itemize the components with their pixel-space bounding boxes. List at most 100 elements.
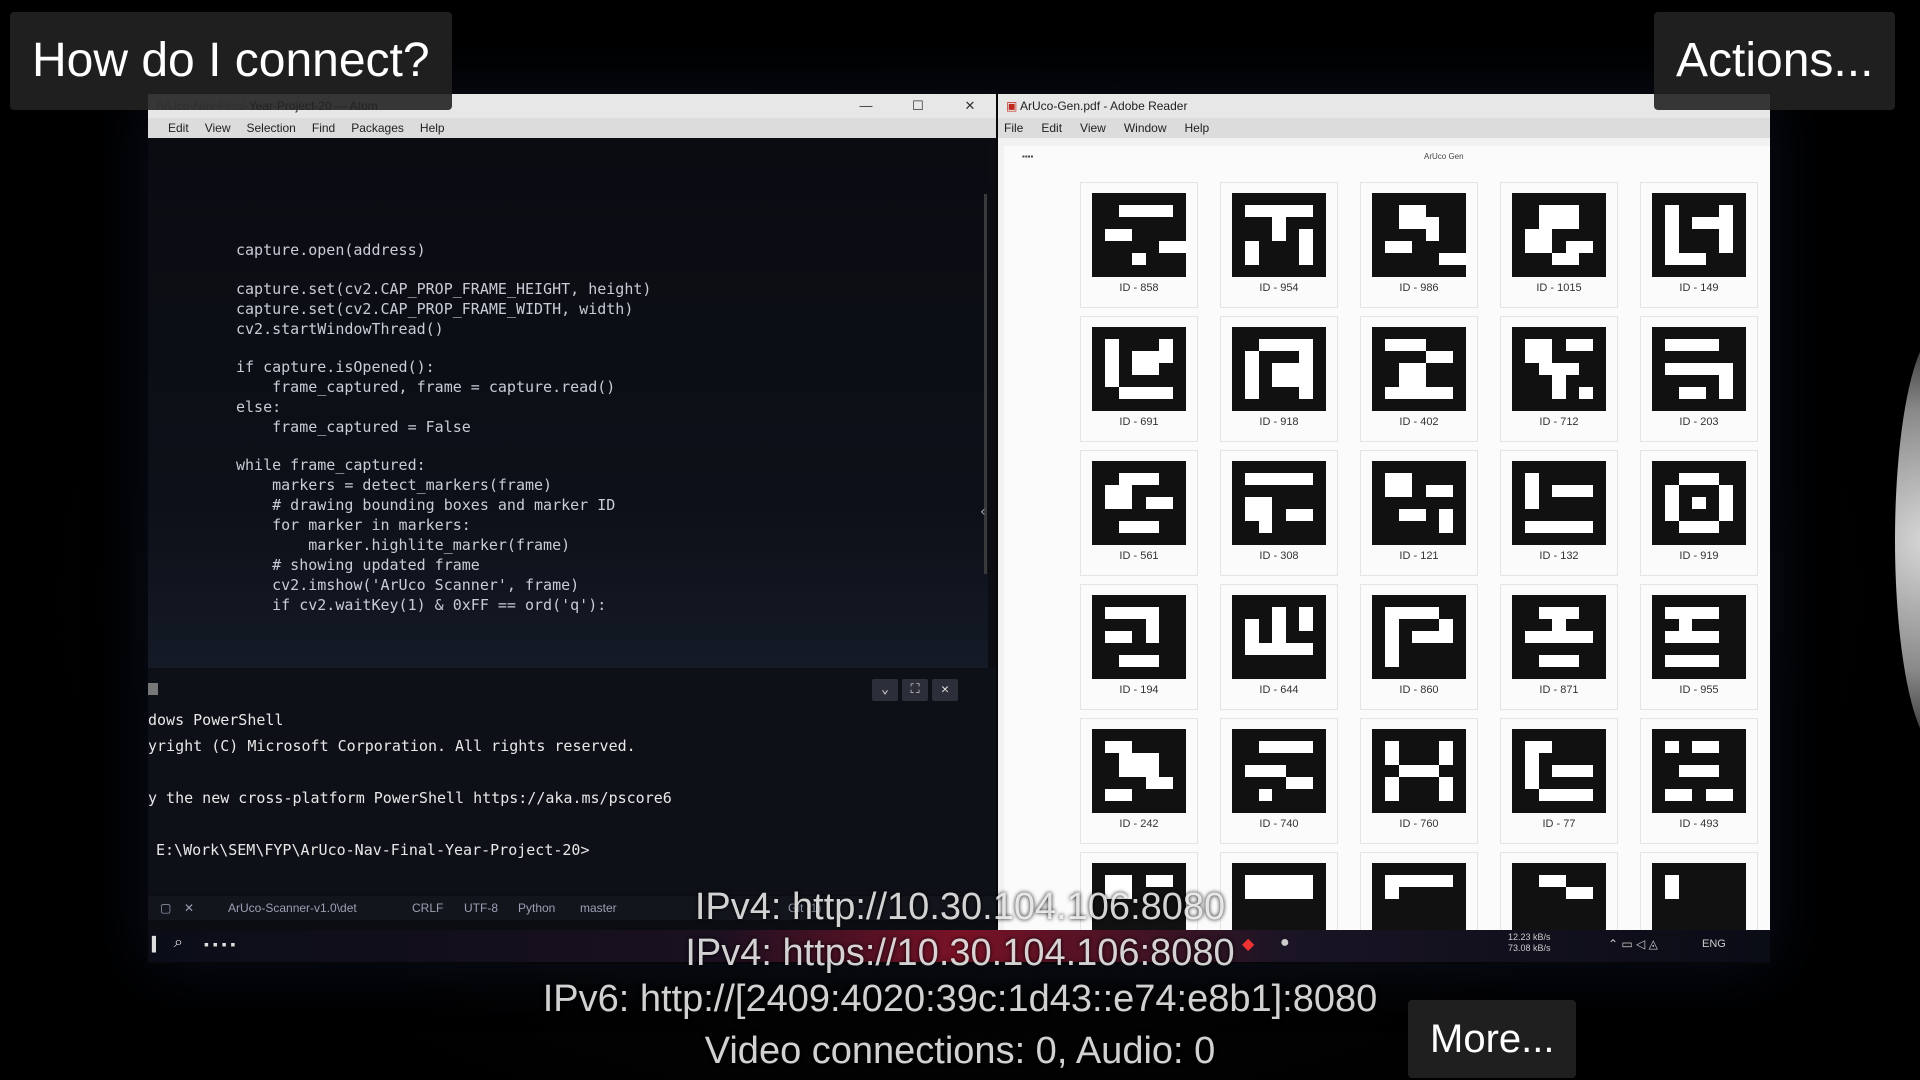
aruco-marker-image <box>1232 729 1326 813</box>
adobe-menu-item[interactable]: Edit <box>1041 118 1062 138</box>
marker-id-label: ID - 955 <box>1679 684 1719 696</box>
marker-id-label: ID - 760 <box>1399 818 1439 830</box>
adobe-menu-item[interactable]: View <box>1080 118 1106 138</box>
aruco-marker-image <box>1092 193 1186 277</box>
aruco-marker-cell: ID - 760 <box>1360 718 1478 844</box>
more-button[interactable]: More... <box>1408 1000 1577 1078</box>
atom-menu-item[interactable]: Selection <box>246 118 295 138</box>
aruco-marker-image <box>1512 461 1606 545</box>
adobe-menu-item[interactable]: Window <box>1124 118 1167 138</box>
marker-id-label: ID - 858 <box>1119 282 1159 294</box>
aruco-marker-cell: ID - 919 <box>1640 450 1758 576</box>
marker-id-label: ID - 954 <box>1259 282 1299 294</box>
adobe-reader-window: ▣ ArUco-Gen.pdf - Adobe Reader File Edit V… <box>998 94 1770 930</box>
chevron-down-icon[interactable]: ⌄ <box>872 679 898 701</box>
maximize-icon[interactable]: ☐ <box>892 94 944 118</box>
marker-id-label: ID - 242 <box>1119 818 1159 830</box>
pdf-page[interactable]: ▪▪▪▪ ArUco Gen ID - 858 ID - 954 ID - 986 I… <box>1004 146 1770 930</box>
aruco-marker-cell: ID - 986 <box>1360 182 1478 308</box>
terminal-prompt: E:\Work\SEM\FYP\ArUco-Nav-Final-Year-Pro… <box>156 841 590 859</box>
atom-menubar: Edit View Selection Find Packages Help <box>148 118 996 138</box>
code-line: marker.highlite_marker(frame) <box>236 536 571 554</box>
aruco-marker-image <box>1372 729 1466 813</box>
aruco-marker-cell: ID - 860 <box>1360 584 1478 710</box>
atom-editor-window: ArUco-Nav-Final-Year-Project-20 — Atom —… <box>148 94 996 962</box>
ipv4-http-address: IPv4: http://10.30.104.106:8080 <box>694 886 1226 928</box>
how-to-connect-button[interactable]: How do I connect? <box>10 12 452 110</box>
aruco-marker-image <box>1652 595 1746 679</box>
aruco-marker-cell: ID - 955 <box>1640 584 1758 710</box>
close-terminal-icon[interactable]: ✕ <box>932 679 958 701</box>
aruco-marker-image <box>1232 327 1326 411</box>
captured-monitor: ArUco-Nav-Final-Year-Project-20 — Atom —… <box>148 94 1770 964</box>
aruco-marker-image <box>1232 595 1326 679</box>
marker-id-label: ID - 194 <box>1119 684 1159 696</box>
aruco-marker-image <box>1232 193 1326 277</box>
terminal-line: yright (C) Microsoft Corporation. All ri… <box>148 737 636 755</box>
aruco-marker-cell: ID - 194 <box>1080 584 1198 710</box>
aruco-marker-image <box>1092 461 1186 545</box>
aruco-marker-cell: ID - 871 <box>1500 584 1618 710</box>
code-line: # showing updated frame <box>236 556 480 574</box>
code-line: while frame_captured: <box>236 456 426 474</box>
terminal-line: y the new cross-platform PowerShell http… <box>148 789 672 807</box>
aruco-marker-image <box>1652 729 1746 813</box>
marker-id-label: ID - 918 <box>1259 416 1299 428</box>
marker-id-label: ID - 203 <box>1679 416 1719 428</box>
aruco-marker-image <box>1372 461 1466 545</box>
adobe-menu-item[interactable]: File <box>1004 118 1023 138</box>
atom-menu-item[interactable]: Help <box>420 118 445 138</box>
aruco-marker-cell: ID - 203 <box>1640 316 1758 442</box>
aruco-marker-cell: ID - 561 <box>1080 450 1198 576</box>
minimize-icon[interactable]: — <box>840 94 892 118</box>
aruco-marker-image <box>1372 595 1466 679</box>
code-line: if capture.isOpened(): <box>236 358 435 376</box>
chevron-left-icon[interactable]: ‹ <box>980 504 986 520</box>
aruco-marker-image <box>1652 327 1746 411</box>
marker-id-label: ID - 986 <box>1399 282 1439 294</box>
aruco-marker-image <box>1092 595 1186 679</box>
terminal-icon <box>148 683 158 695</box>
marker-id-label: ID - 740 <box>1259 818 1299 830</box>
aruco-marker-cell: ID - 954 <box>1220 182 1338 308</box>
code-line: cv2.imshow('ArUco Scanner', frame) <box>236 576 580 594</box>
code-line: frame_captured = False <box>236 418 471 436</box>
code-line: frame_captured, frame = capture.read() <box>236 378 616 396</box>
code-editor[interactable]: capture.open(address) capture.set(cv2.CAP… <box>148 138 988 668</box>
adobe-menubar: File Edit View Window Help <box>998 118 1770 138</box>
terminal-panel[interactable]: ⌄ ⛶ ✕ dows PowerShell yright (C) Microso… <box>148 669 996 895</box>
maximize-terminal-icon[interactable]: ⛶ <box>902 679 928 701</box>
code-line: if cv2.waitKey(1) & 0xFF == ord('q'): <box>236 596 607 614</box>
aruco-marker-image <box>1372 193 1466 277</box>
marker-id-label: ID - 149 <box>1679 282 1719 294</box>
marker-id-label: ID - 121 <box>1399 550 1439 562</box>
aruco-marker-image <box>1232 461 1326 545</box>
code-line: # drawing bounding boxes and marker ID <box>236 496 616 514</box>
aruco-marker-image <box>1652 461 1746 545</box>
close-icon[interactable]: ✕ <box>944 94 996 118</box>
code-line: cv2.startWindowThread() <box>236 320 444 338</box>
code-line: markers = detect_markers(frame) <box>236 476 553 494</box>
adobe-menu-item[interactable]: Help <box>1185 118 1210 138</box>
pdf-icon: ▣ <box>1006 99 1021 113</box>
marker-id-label: ID - 860 <box>1399 684 1439 696</box>
atom-menu-item[interactable]: Edit <box>168 118 189 138</box>
ipv4-https-address: IPv4: https://10.30.104.106:8080 <box>685 932 1235 974</box>
atom-menu-item[interactable]: View <box>205 118 231 138</box>
adobe-title: ArUco-Gen.pdf - Adobe Reader <box>1020 99 1188 113</box>
marker-id-label: ID - 308 <box>1259 550 1299 562</box>
code-line: capture.open(address) <box>236 241 426 259</box>
actions-button[interactable]: Actions... <box>1654 12 1896 110</box>
aruco-marker-cell: ID - 493 <box>1640 718 1758 844</box>
aruco-marker-cell: ID - 691 <box>1080 316 1198 442</box>
code-line: for marker in markers: <box>236 516 471 534</box>
marker-id-label: ID - 77 <box>1542 818 1576 830</box>
aruco-marker-image <box>1372 327 1466 411</box>
aruco-marker-image <box>1512 327 1606 411</box>
marker-id-label: ID - 644 <box>1259 684 1299 696</box>
atom-menu-item[interactable]: Find <box>312 118 335 138</box>
aruco-marker-cell: ID - 121 <box>1360 450 1478 576</box>
code-line: else: <box>236 398 282 416</box>
code-line: capture.set(cv2.CAP_PROP_FRAME_WIDTH, wi… <box>236 300 634 318</box>
atom-menu-item[interactable]: Packages <box>351 118 404 138</box>
